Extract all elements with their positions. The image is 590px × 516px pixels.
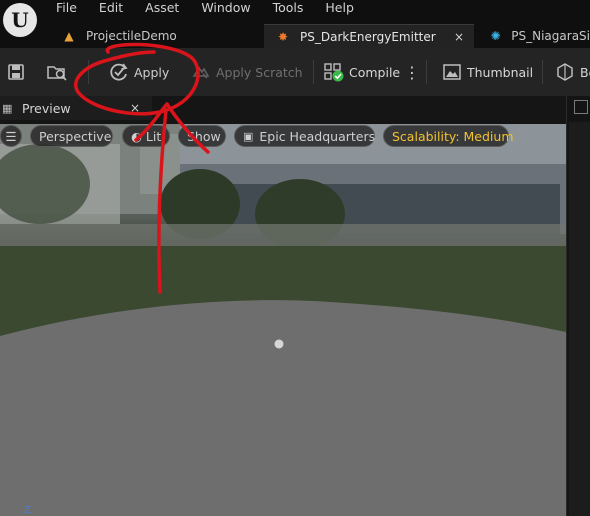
- environment-icon: ▣: [243, 129, 254, 143]
- toolbar-separator: [88, 60, 89, 84]
- menu-edit[interactable]: Edit: [99, 0, 123, 16]
- tab-ps-niagara-system[interactable]: ✺ PS_NiagaraSi: [478, 24, 590, 48]
- tab-label: ProjectileDemo: [86, 29, 177, 43]
- compile-options-button[interactable]: ⋮: [404, 48, 420, 96]
- preview-viewport[interactable]: [0, 124, 566, 516]
- lit-icon: ◐: [131, 128, 142, 144]
- right-panel: [569, 122, 590, 516]
- particle-system-icon: ✸: [277, 30, 289, 44]
- toolbar-separator: [542, 60, 543, 84]
- apply-scratch-button[interactable]: Apply Scratch: [190, 48, 303, 96]
- compile-button[interactable]: Compile: [323, 48, 400, 96]
- compile-success-icon: [323, 61, 345, 83]
- viewport-scene: [0, 124, 566, 516]
- apply-label: Apply: [134, 64, 170, 80]
- apply-scratch-icon: [190, 61, 212, 83]
- preview-title: Preview: [22, 100, 71, 116]
- preview-close-icon[interactable]: ×: [130, 101, 140, 115]
- viewport-grid-icon: ▦: [2, 101, 13, 115]
- menu-help[interactable]: Help: [325, 0, 354, 16]
- thumbnail-button[interactable]: Thumbnail: [441, 48, 533, 96]
- lit-view-mode-button[interactable]: ◐ Lit: [122, 125, 170, 147]
- save-icon: [5, 61, 27, 83]
- bounds-button[interactable]: Bo: [554, 48, 590, 96]
- hamburger-icon: ☰: [5, 128, 17, 144]
- menu-file[interactable]: File: [56, 0, 77, 16]
- viewport-controls: ☰ Perspective ◐ Lit Show ▣ Epic Headquar…: [0, 125, 566, 149]
- perspective-button[interactable]: Perspective: [30, 125, 113, 147]
- right-panel-edge: [566, 96, 590, 516]
- title-bar: U File Edit Asset Window Tools Help ▲ Pr…: [0, 0, 590, 49]
- tab-close-icon[interactable]: ×: [454, 30, 464, 44]
- show-button[interactable]: Show: [178, 125, 226, 147]
- bounds-label: Bo: [580, 64, 590, 80]
- apply-button[interactable]: Apply: [108, 48, 169, 96]
- toolbar-separator: [313, 60, 314, 84]
- preview-environment-button[interactable]: ▣ Epic Headquarters: [234, 125, 375, 147]
- bounds-icon: [554, 61, 576, 83]
- save-button[interactable]: [5, 48, 31, 96]
- axis-z-label: Z: [24, 505, 31, 516]
- browse-folder-icon: [46, 61, 68, 83]
- tab-label: PS_DarkEnergyEmitter: [300, 30, 436, 44]
- tab-ps-dark-energy-emitter[interactable]: ✸ PS_DarkEnergyEmitter ×: [264, 24, 474, 49]
- lit-label: Lit: [145, 128, 162, 144]
- thumbnail-label: Thumbnail: [467, 64, 534, 80]
- particle-emitter-point: [274, 339, 284, 349]
- preview-tab[interactable]: ▦ Preview ×: [0, 96, 152, 120]
- thumbnail-icon: [441, 61, 463, 83]
- menu-asset[interactable]: Asset: [145, 0, 179, 16]
- browse-to-asset-button[interactable]: [46, 48, 72, 96]
- environment-label: Epic Headquarters: [259, 128, 376, 144]
- apply-icon: [108, 61, 130, 83]
- tab-label: PS_NiagaraSi: [511, 29, 590, 43]
- compile-label: Compile: [349, 64, 401, 80]
- tab-projectile-demo[interactable]: ▲ ProjectileDemo: [50, 24, 260, 48]
- unreal-engine-logo-icon[interactable]: U: [3, 3, 37, 37]
- viewport-menu-button[interactable]: ☰: [0, 125, 22, 147]
- menu-bar: File Edit Asset Window Tools Help: [56, 0, 376, 16]
- niagara-system-icon: ✺: [490, 29, 501, 43]
- apply-scratch-label: Apply Scratch: [216, 64, 303, 80]
- menu-tools[interactable]: Tools: [273, 0, 304, 16]
- toolbar: Apply Apply Scratch Compile ⋮ Thumbnail …: [0, 48, 590, 96]
- menu-window[interactable]: Window: [201, 0, 250, 16]
- project-icon: ▲: [64, 29, 74, 43]
- panel-icon[interactable]: [574, 100, 588, 114]
- toolbar-separator: [426, 60, 427, 84]
- scalability-button[interactable]: Scalability: Medium: [383, 125, 514, 147]
